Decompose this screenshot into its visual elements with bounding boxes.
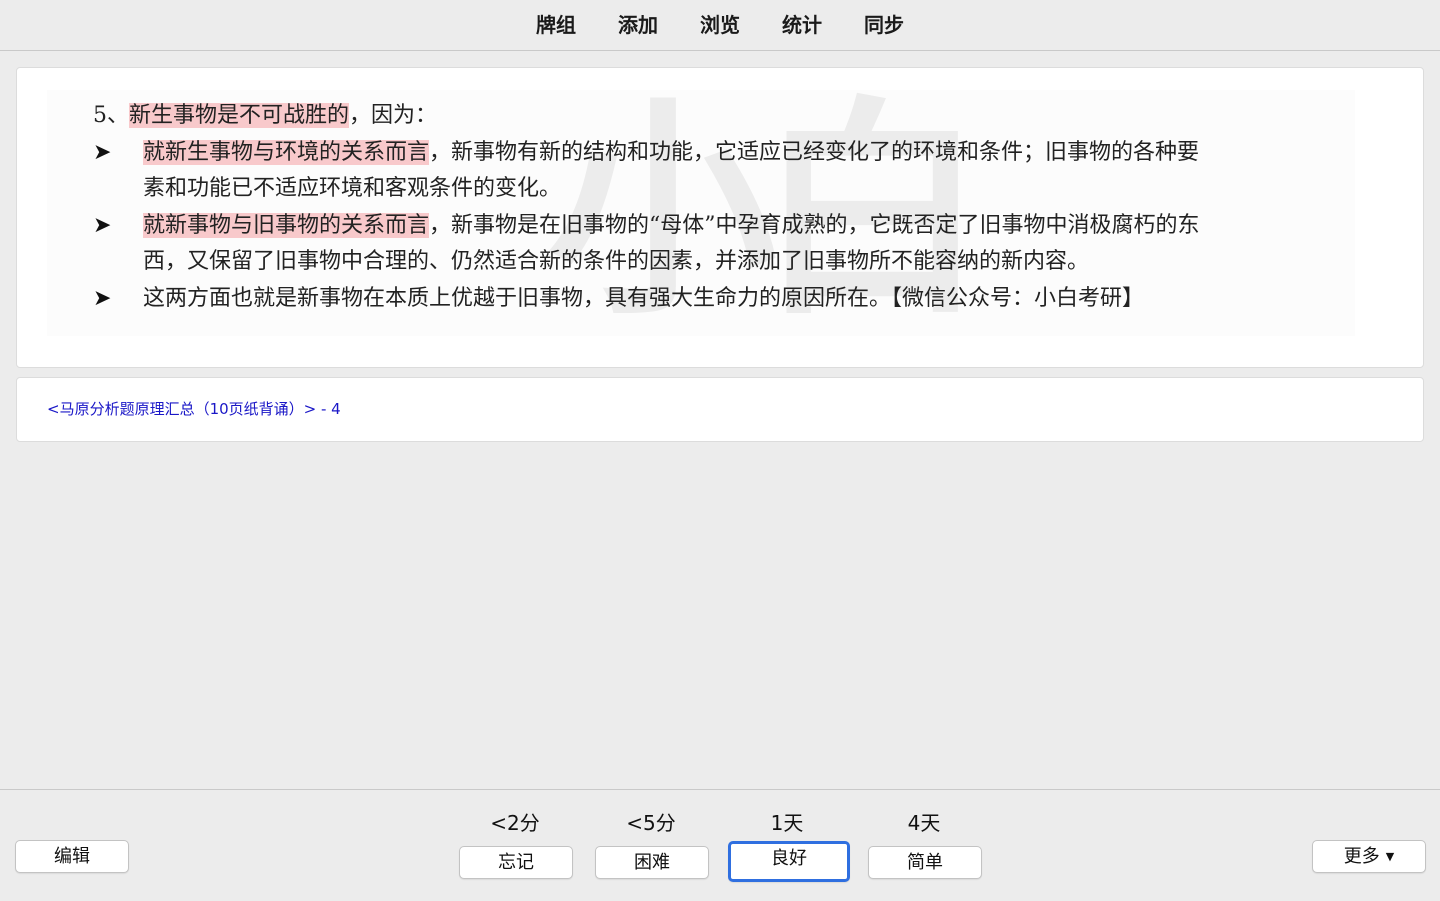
good-button[interactable]: 良好 <box>728 841 850 882</box>
point-3-line-1: 这两方面也就是新事物在本质上优越于旧事物，具有强大生命力的原因所在。【微信公众号… <box>143 286 1145 311</box>
card-heading: 5、新生事物是不可战胜的，因为： <box>93 98 437 134</box>
interval-good: 1天 <box>770 811 804 835</box>
card-content: 小白 5、新生事物是不可战胜的，因为： ➤ 就新生事物与环境的关系而言，新事物有… <box>16 67 1424 368</box>
nav-decks[interactable]: 牌组 <box>515 0 597 50</box>
point-2-highlight: 就新事物与旧事物的关系而言 <box>143 213 430 238</box>
bullet-arrow-icon: ➤ <box>93 286 112 311</box>
nav-browse[interactable]: 浏览 <box>679 0 761 50</box>
more-label: 更多 <box>1343 846 1380 867</box>
heading-suffix: ，因为： <box>349 103 438 128</box>
chevron-down-icon: ▼ <box>1385 850 1395 863</box>
deck-link[interactable]: <马原分析题原理汇总（10页纸背诵）> - 4 <box>47 398 341 419</box>
point-1-line-2: 素和功能已不适应环境和客观条件的变化。 <box>143 176 562 201</box>
card-image: 小白 5、新生事物是不可战胜的，因为： ➤ 就新生事物与环境的关系而言，新事物有… <box>47 90 1355 336</box>
interval-easy: 4天 <box>907 811 941 835</box>
point-2-line-1: 就新事物与旧事物的关系而言，新事物是在旧事物的“母体”中孕育成熟的，它既否定了旧… <box>143 208 1200 244</box>
easy-button[interactable]: 简单 <box>868 846 982 879</box>
point-2-line-2: 西，又保留了旧事物中合理的、仍然适合新的条件的因素，并添加了旧事物所不能容纳的新… <box>143 249 1090 274</box>
top-nav: 牌组 添加 浏览 统计 同步 <box>0 0 1440 51</box>
again-button[interactable]: 忘记 <box>459 846 573 879</box>
nav-sync[interactable]: 同步 <box>843 0 925 50</box>
point-1-text: ，新事物有新的结构和功能，它适应已经变化了的环境和条件；旧事物的各种要 <box>429 140 1200 165</box>
deck-info: <马原分析题原理汇总（10页纸背诵）> - 4 <box>16 377 1424 442</box>
nav-add[interactable]: 添加 <box>597 0 679 50</box>
bullet-arrow-icon: ➤ <box>93 140 112 165</box>
point-1-line-1: 就新生事物与环境的关系而言，新事物有新的结构和功能，它适应已经变化了的环境和条件… <box>143 135 1199 171</box>
interval-again: <2分 <box>490 811 540 835</box>
heading-prefix: 5、 <box>93 103 129 128</box>
answer-bar: 编辑 <2分 <5分 1天 4天 忘记 困难 良好 简单 更多 ▼ <box>0 789 1440 901</box>
heading-highlight: 新生事物是不可战胜的 <box>129 103 350 128</box>
point-2-text: ，新事物是在旧事物的“母体”中孕育成熟的，它既否定了旧事物中消极腐朽的东 <box>429 213 1200 238</box>
edit-button[interactable]: 编辑 <box>15 840 129 873</box>
interval-hard: <5分 <box>626 811 676 835</box>
more-button[interactable]: 更多 ▼ <box>1312 840 1426 873</box>
bullet-arrow-icon: ➤ <box>93 213 112 238</box>
point-1-highlight: 就新生事物与环境的关系而言 <box>143 140 430 165</box>
hard-button[interactable]: 困难 <box>595 846 709 879</box>
nav-stats[interactable]: 统计 <box>761 0 843 50</box>
